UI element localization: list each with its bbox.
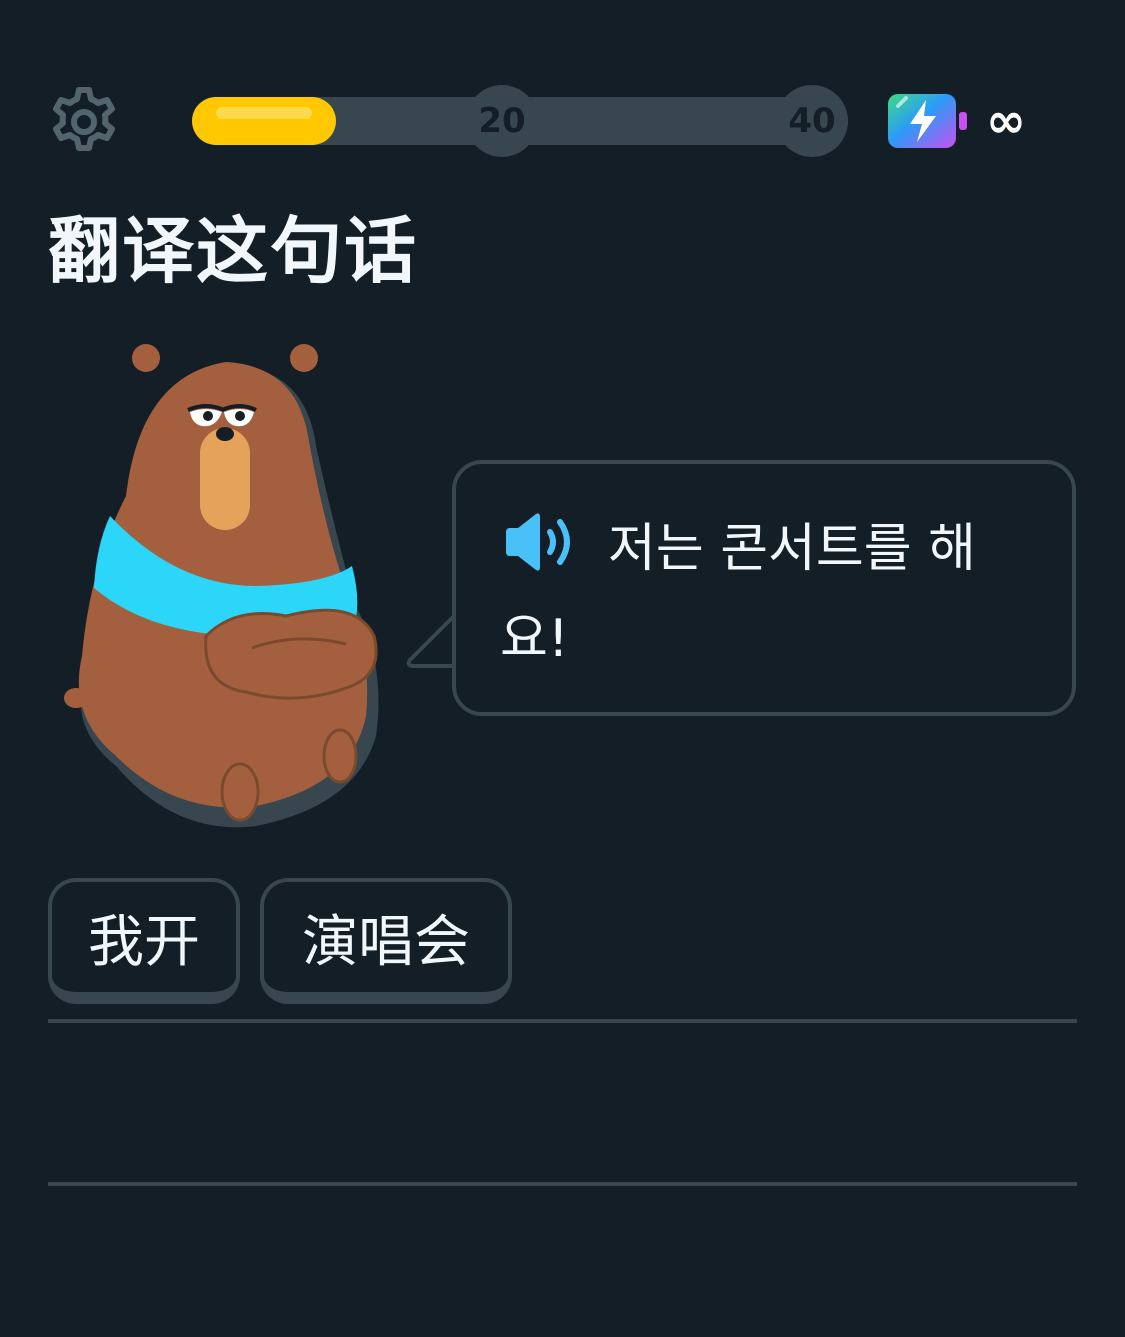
answer-line-2 [48,1182,1077,1186]
bear-character-illustration [64,344,379,828]
play-audio-button[interactable] [500,510,580,574]
speech-bubble: 저는 콘서트를 해요! [452,460,1076,716]
answer-line-1 [48,1019,1077,1023]
word-chip-2[interactable]: 演唱会 [260,878,512,1004]
word-chip-1[interactable]: 我开 [48,878,240,1004]
gear-icon [53,87,115,151]
milestone-20: 20 [466,85,538,157]
progress-fill [192,97,336,145]
progress-fill-shine [216,107,312,119]
settings-button[interactable] [46,84,122,160]
bubble-content: 저는 콘서트를 해요! [500,504,1032,684]
lesson-screen: 20 40 ∞ 翻译这句话 저는 콘서트를 해요! 我开 演唱会 [0,0,1125,1337]
energy-count: ∞ [986,93,1026,149]
milestone-40: 40 [776,85,848,157]
lightning-battery-icon [888,94,967,148]
page-title: 翻译这句话 [48,209,419,293]
lesson-progress-bar: 20 40 [192,85,848,157]
energy-button[interactable] [886,92,970,150]
speaker-icon [506,513,570,571]
